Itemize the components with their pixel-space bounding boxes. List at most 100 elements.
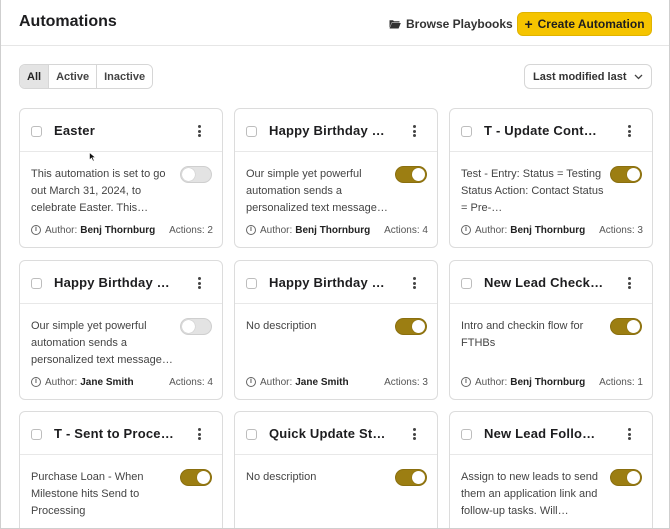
browse-playbooks-label: Browse Playbooks [406,17,513,31]
card-title[interactable]: Happy Birthday … [54,275,190,290]
more-options-icon[interactable] [192,426,206,442]
card-header: T - Sent to Proce… [20,412,222,455]
filter-inactive-button[interactable]: Inactive [97,65,153,88]
card-header: New Lead Follo… [450,412,652,455]
author-label: Author: [475,224,508,236]
card-header: Happy Birthday … [235,261,437,304]
card-description: This automation is set to go out March 3… [31,168,166,214]
author-name: Benj Thornburg [510,376,586,388]
card-title[interactable]: T - Update Cont… [484,123,620,138]
page-header: Automations Browse Playbooks + Create Au… [1,0,669,46]
card-title[interactable]: New Lead Follo… [484,426,620,441]
automation-card[interactable]: Happy Birthday … Our simple yet powerful… [19,260,223,400]
author-label: Author: [45,376,78,388]
folder-open-icon [389,20,401,29]
toggle-knob [412,471,425,484]
card-description: Test - Entry: Status = Testing Status Ac… [461,168,604,214]
info-icon: i [246,377,256,387]
info-icon: i [461,377,471,387]
actions-count: Actions: 3 [599,224,643,236]
sort-dropdown[interactable]: Last modified last [524,64,652,89]
card-title[interactable]: Happy Birthday … [269,123,405,138]
plus-icon: + [524,16,533,32]
app-frame: Automations Browse Playbooks + Create Au… [0,0,670,529]
toggle-knob [412,320,425,333]
mouse-cursor-icon [89,152,97,162]
automation-enabled-toggle[interactable] [610,318,642,335]
card-select-checkbox[interactable] [246,429,257,440]
more-options-icon[interactable] [622,123,636,139]
toggle-knob [627,168,640,181]
author-name: Benj Thornburg [510,224,586,236]
card-select-checkbox[interactable] [246,278,257,289]
toggle-knob [197,471,210,484]
card-select-checkbox[interactable] [31,429,42,440]
automation-card[interactable]: Quick Update St… No description [234,411,438,528]
info-icon: i [31,377,41,387]
card-title[interactable]: Easter [54,123,190,138]
card-title[interactable]: New Lead Check… [484,275,620,290]
automation-enabled-toggle[interactable] [395,318,427,335]
toggle-knob [627,471,640,484]
filter-all-button[interactable]: All [20,65,50,88]
card-header: Easter [20,109,222,152]
card-select-checkbox[interactable] [461,126,472,137]
automation-enabled-toggle[interactable] [180,166,212,183]
info-icon: i [461,225,471,235]
automation-enabled-toggle[interactable] [610,469,642,486]
actions-count: Actions: 2 [169,224,213,236]
info-icon: i [31,225,41,235]
author-name: Jane Smith [80,376,134,388]
filter-active-button[interactable]: Active [49,65,98,88]
automation-card[interactable]: New Lead Check… Intro and checkin flow f… [449,260,653,400]
more-options-icon[interactable] [407,275,421,291]
actions-count: Actions: 4 [169,376,213,388]
more-options-icon[interactable] [622,426,636,442]
actions-count: Actions: 4 [384,224,428,236]
automation-enabled-toggle[interactable] [395,469,427,486]
card-select-checkbox[interactable] [461,429,472,440]
card-header: Happy Birthday … [20,261,222,304]
automation-card[interactable]: Happy Birthday … Our simple yet powerful… [234,108,438,248]
card-footer: i Author: Benj Thornburg Actions: 4 [246,223,428,237]
card-footer: i Author: Benj Thornburg Actions: 1 [461,375,643,389]
card-select-checkbox[interactable] [461,278,472,289]
automation-enabled-toggle[interactable] [180,318,212,335]
card-header: Happy Birthday … [235,109,437,152]
more-options-icon[interactable] [192,123,206,139]
automation-card[interactable]: Happy Birthday … No description i Author… [234,260,438,400]
card-footer: i Author: Jane Smith Actions: 4 [31,375,213,389]
page-title: Automations [19,13,117,30]
automation-card[interactable]: New Lead Follo… Assign to new leads to s… [449,411,653,528]
info-icon: i [246,225,256,235]
card-description: Assign to new leads to send them an appl… [461,471,598,517]
create-automation-button[interactable]: + Create Automation [517,12,652,36]
automation-enabled-toggle[interactable] [610,166,642,183]
author-name: Benj Thornburg [295,224,371,236]
automation-enabled-toggle[interactable] [180,469,212,486]
card-select-checkbox[interactable] [246,126,257,137]
author-label: Author: [45,224,78,236]
more-options-icon[interactable] [622,275,636,291]
card-title[interactable]: T - Sent to Proce… [54,426,190,441]
card-title[interactable]: Happy Birthday … [269,275,405,290]
automation-card[interactable]: Easter This automation is set to go out … [19,108,223,248]
automation-enabled-toggle[interactable] [395,166,427,183]
more-options-icon[interactable] [407,426,421,442]
author-label: Author: [475,376,508,388]
sort-selected-value: Last modified last [533,70,627,83]
more-options-icon[interactable] [192,275,206,291]
card-title[interactable]: Quick Update St… [269,426,405,441]
chevron-down-icon [634,74,643,79]
card-select-checkbox[interactable] [31,278,42,289]
card-description: No description [246,471,317,483]
more-options-icon[interactable] [407,123,421,139]
automation-card[interactable]: T - Sent to Proce… Purchase Loan - When … [19,411,223,528]
card-select-checkbox[interactable] [31,126,42,137]
card-footer: i Author: Jane Smith Actions: 3 [246,375,428,389]
status-filter-group: All Active Inactive [19,64,154,89]
actions-count: Actions: 1 [599,376,643,388]
card-description: Intro and checkin flow for FTHBs [461,320,584,349]
automation-card[interactable]: T - Update Cont… Test - Entry: Status = … [449,108,653,248]
browse-playbooks-button[interactable]: Browse Playbooks [389,15,513,33]
